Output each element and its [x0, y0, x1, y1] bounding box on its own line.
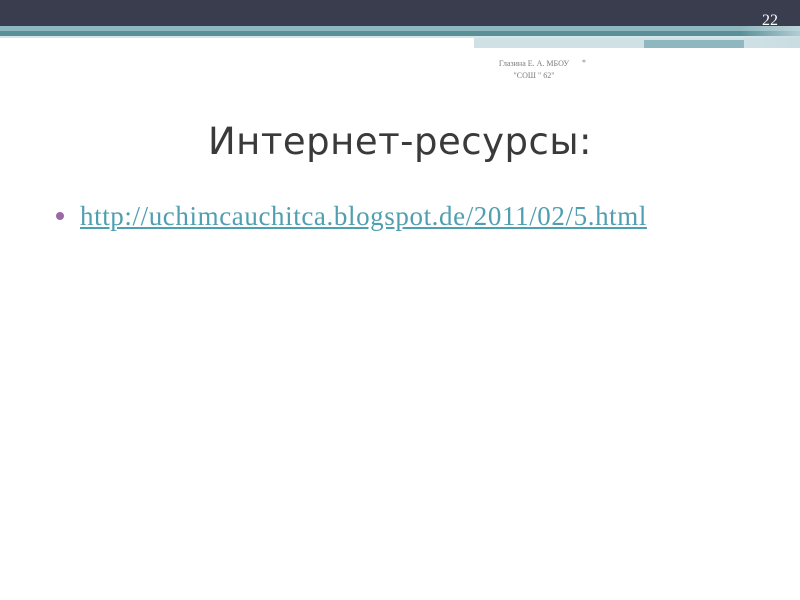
author-line-1: Глазина Е. А. МБОУ — [498, 59, 570, 68]
header-right-strip — [474, 48, 800, 52]
bullet-item: http://uchimcauchitca.blogspot.de/2011/0… — [50, 200, 760, 232]
top-header-bar — [0, 0, 800, 26]
author-line-2: "СОШ " 62" — [513, 71, 555, 80]
author-footer: Глазина Е. А. МБОУ "СОШ " 62" — [484, 58, 584, 82]
bullet-list: http://uchimcauchitca.blogspot.de/2011/0… — [50, 200, 760, 232]
slide-number: 22 — [762, 12, 778, 29]
bullet-dot-icon — [56, 212, 64, 220]
header-right-accent — [644, 40, 744, 48]
slide: 22 Глазина Е. А. МБОУ "СОШ " 62" * Интер… — [0, 0, 800, 600]
footer-asterisk: * — [582, 58, 586, 67]
slide-title: Интернет-ресурсы: — [207, 120, 593, 163]
resource-link[interactable]: http://uchimcauchitca.blogspot.de/2011/0… — [80, 201, 647, 231]
